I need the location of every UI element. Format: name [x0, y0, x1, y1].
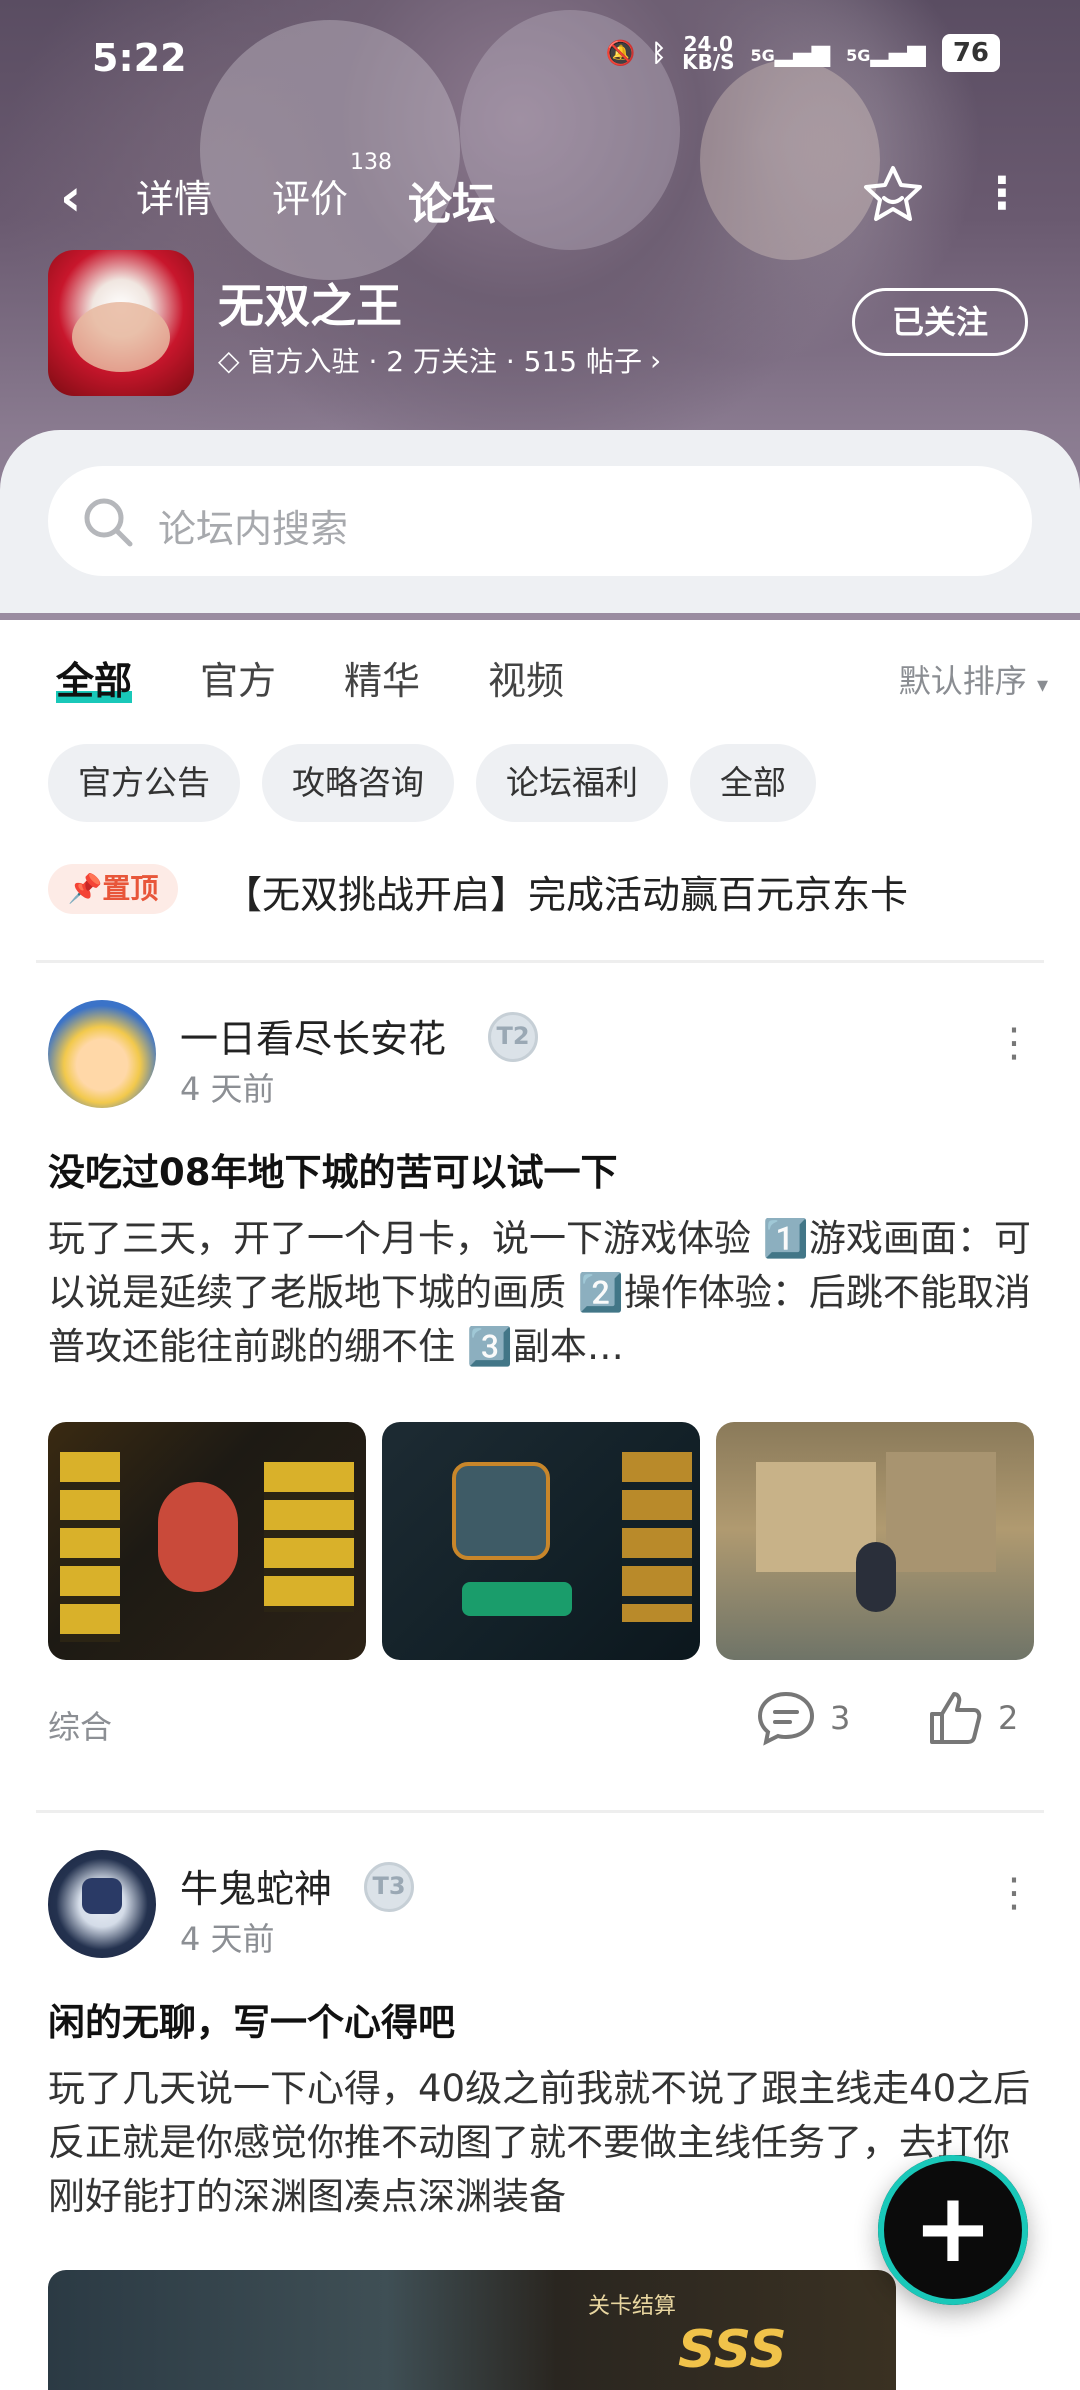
- divider: [36, 1810, 1044, 1813]
- status-icons: 🔕 ᛒ 24.0 KB/S 5G▂▄▆ 5G▂▄▆ 76: [606, 34, 1000, 72]
- post-image[interactable]: 关卡结算 SSS: [48, 2270, 896, 2390]
- tab-forum-label: 论坛: [408, 179, 496, 230]
- caret-down-icon: ▾: [1036, 673, 1048, 698]
- chip-strategy[interactable]: 攻略咨询: [262, 744, 454, 822]
- chip-official-announcement[interactable]: 官方公告: [48, 744, 240, 822]
- post-image[interactable]: [48, 1422, 366, 1660]
- image-rank: SSS: [678, 2320, 787, 2380]
- filter-tab-featured[interactable]: 精华: [344, 650, 420, 705]
- post-title: 闲的无聊，写一个心得吧: [48, 2001, 455, 2044]
- pin-icon: 📌: [67, 872, 103, 905]
- image-detail: [622, 1452, 692, 1622]
- signal-icon: 5G▂▄▆: [846, 39, 926, 67]
- divider: [36, 960, 1044, 963]
- game-title: 无双之王: [218, 279, 402, 333]
- avatar[interactable]: [48, 1000, 156, 1108]
- bluetooth-icon: ᛒ: [651, 39, 667, 67]
- pinned-tag-label: 置顶: [102, 872, 159, 905]
- image-detail: [856, 1542, 896, 1612]
- like-button[interactable]: 2: [926, 1690, 1018, 1746]
- post-category: 综合: [48, 1708, 113, 1746]
- tab-details[interactable]: 详情: [136, 168, 212, 223]
- post-time: 4 天前: [180, 1920, 275, 1958]
- comment-count: 3: [830, 1699, 851, 1737]
- image-detail: [452, 1462, 550, 1560]
- post-time: 4 天前: [180, 1070, 275, 1108]
- sort-label: 默认排序: [898, 662, 1027, 700]
- reviews-count-badge: 138: [350, 150, 392, 175]
- search-section: 论坛内搜索: [0, 430, 1080, 613]
- plus-icon: +: [912, 2172, 994, 2284]
- status-bar: 5:22 🔕 ᛒ 24.0 KB/S 5G▂▄▆ 5G▂▄▆ 76: [0, 0, 1080, 120]
- comment-button[interactable]: 3: [756, 1690, 850, 1746]
- pinned-badge: 📌置顶: [48, 864, 178, 914]
- post-image[interactable]: [716, 1422, 1034, 1660]
- new-post-button[interactable]: +: [878, 2155, 1028, 2305]
- filter-tab-video[interactable]: 视频: [488, 650, 564, 705]
- avatar-face: [82, 1878, 122, 1914]
- filter-tab-all[interactable]: 全部: [56, 650, 133, 705]
- filter-tab-all-label: 全部: [56, 659, 133, 703]
- thumbs-up-icon: [930, 1692, 982, 1744]
- battery-icon: 76: [941, 34, 1000, 72]
- image-detail: [264, 1462, 354, 1612]
- chip-all[interactable]: 全部: [690, 744, 816, 822]
- image-detail: [886, 1452, 996, 1572]
- game-meta-text: 官方入驻 · 2 万关注 · 515 帖子: [247, 345, 643, 378]
- user-level-badge: T3: [364, 1862, 414, 1912]
- pinned-post[interactable]: 📌置顶 【无双挑战开启】完成活动赢百元京东卡: [48, 856, 1032, 926]
- game-info: 无双之王 ◇ 官方入驻 · 2 万关注 · 515 帖子 › 已关注: [0, 250, 1080, 400]
- post-username[interactable]: 牛鬼蛇神: [180, 1858, 332, 1913]
- search-input[interactable]: 论坛内搜索: [48, 466, 1032, 576]
- diamond-icon: ◇: [218, 343, 240, 377]
- post-image[interactable]: [382, 1422, 700, 1660]
- post-footer: 综合 3 2: [0, 1690, 1080, 1760]
- comment-icon: [757, 1691, 815, 1746]
- tab-forum[interactable]: 论坛: [408, 168, 496, 232]
- mute-icon: 🔕: [605, 39, 636, 67]
- post-body: 玩了三天，开了一个月卡，说一下游戏体验 1️⃣游戏画面：可以说是延续了老版地下城…: [48, 1217, 1031, 1368]
- filter-tab-official[interactable]: 官方: [200, 650, 276, 705]
- chevron-right-icon: ›: [650, 343, 662, 377]
- tab-reviews-label: 评价: [272, 177, 349, 221]
- image-detail: [462, 1582, 572, 1616]
- net-speed: 24.0 KB/S: [682, 32, 735, 74]
- pinned-post-title: 【无双挑战开启】完成活动赢百元京东卡: [224, 873, 909, 917]
- like-count: 2: [998, 1699, 1019, 1737]
- favorite-star-icon[interactable]: [860, 162, 926, 228]
- avatar[interactable]: [48, 1850, 156, 1958]
- image-caption: 关卡结算: [588, 2294, 677, 2319]
- signal-icon: 5G▂▄▆: [750, 39, 831, 67]
- post-more-icon[interactable]: ⋮: [994, 1020, 1034, 1066]
- image-detail: [158, 1482, 238, 1592]
- post-more-icon[interactable]: ⋮: [994, 1870, 1034, 1916]
- more-vertical-icon[interactable]: ⋮: [980, 168, 1024, 219]
- follow-button[interactable]: 已关注: [852, 288, 1028, 356]
- category-chips: 官方公告 攻略咨询 论坛福利 全部: [48, 744, 816, 822]
- status-time: 5:22: [92, 36, 187, 80]
- back-chevron-icon[interactable]: ‹: [60, 168, 81, 228]
- post-title: 没吃过08年地下城的苦可以试一下: [48, 1151, 618, 1194]
- top-nav: ‹ 详情 评价 138 论坛 ⋮: [0, 150, 1080, 240]
- image-detail: [60, 1452, 120, 1642]
- post-username[interactable]: 一日看尽长安花: [180, 1008, 446, 1063]
- filter-tabs: 全部 官方 精华 视频 默认排序 ▾: [0, 640, 1080, 720]
- post-images: [48, 1422, 1034, 1660]
- user-level-badge: T2: [488, 1012, 538, 1062]
- game-app-icon[interactable]: [48, 250, 194, 396]
- search-placeholder: 论坛内搜索: [158, 507, 349, 551]
- search-icon: [84, 498, 133, 547]
- chip-welfare[interactable]: 论坛福利: [476, 744, 668, 822]
- tab-reviews[interactable]: 评价 138: [272, 150, 392, 223]
- sort-dropdown[interactable]: 默认排序 ▾: [899, 656, 1048, 702]
- game-meta-link[interactable]: ◇ 官方入驻 · 2 万关注 · 515 帖子 ›: [218, 340, 661, 380]
